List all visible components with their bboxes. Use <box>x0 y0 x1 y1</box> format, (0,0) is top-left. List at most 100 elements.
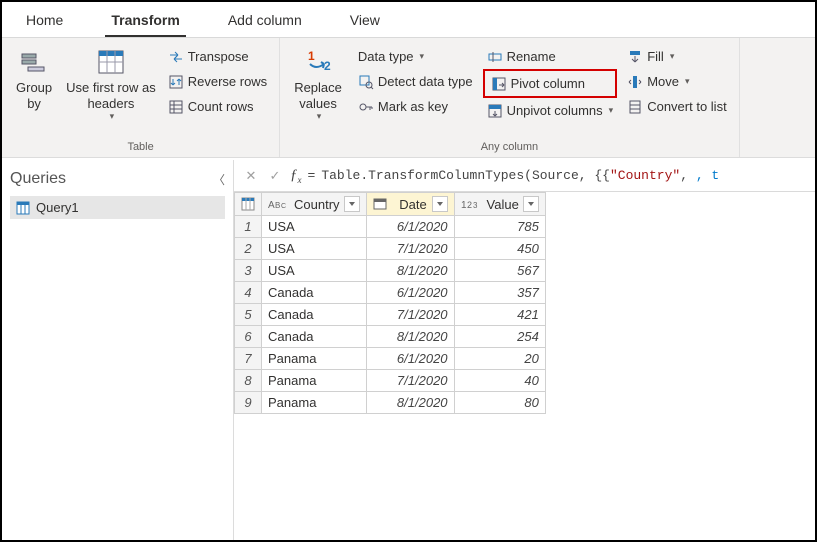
fill-icon <box>627 49 643 65</box>
cell-date[interactable]: 8/1/2020 <box>366 326 454 348</box>
tab-view[interactable]: View <box>326 2 404 37</box>
pivot-column-button[interactable]: Pivot column <box>487 71 614 96</box>
count-rows-icon <box>168 99 184 115</box>
replace-values-button[interactable]: 12 Replace values ▾ <box>288 44 348 124</box>
formula-apply-button[interactable]: ✓ <box>266 167 284 185</box>
tab-transform[interactable]: Transform <box>87 2 203 37</box>
cell-country[interactable]: Canada <box>262 282 367 304</box>
cell-country[interactable]: Panama <box>262 348 367 370</box>
query-item-label: Query1 <box>36 200 79 215</box>
fx-icon: ƒx <box>290 167 302 185</box>
cell-value[interactable]: 40 <box>454 370 545 392</box>
move-label: Move <box>647 74 679 89</box>
queries-title: Queries <box>10 170 66 188</box>
ribbon-group-table-label: Table <box>10 139 271 155</box>
pivot-label: Pivot column <box>511 76 585 91</box>
detect-data-type-button[interactable]: Detect data type <box>354 69 477 94</box>
table-row[interactable]: 4Canada6/1/2020357 <box>235 282 546 304</box>
table-row[interactable]: 8Panama7/1/202040 <box>235 370 546 392</box>
cell-date[interactable]: 8/1/2020 <box>366 392 454 414</box>
number-type-icon: 123 <box>461 197 483 211</box>
column-header-label: Country <box>294 197 340 212</box>
table-row[interactable]: 6Canada8/1/2020254 <box>235 326 546 348</box>
rename-button[interactable]: Rename <box>483 44 618 69</box>
first-row-headers-button[interactable]: Use first row as headers ▾ <box>60 44 162 124</box>
cell-value[interactable]: 450 <box>454 238 545 260</box>
convert-to-list-button[interactable]: Convert to list <box>623 94 730 119</box>
cell-country[interactable]: Canada <box>262 304 367 326</box>
unpivot-icon <box>487 103 503 119</box>
cell-value[interactable]: 567 <box>454 260 545 282</box>
column-header-country[interactable]: ABC Country <box>262 193 367 216</box>
cell-country[interactable]: Panama <box>262 392 367 414</box>
grid-icon <box>241 197 255 211</box>
cell-date[interactable]: 7/1/2020 <box>366 304 454 326</box>
cell-country[interactable]: USA <box>262 260 367 282</box>
chevron-down-icon: ▾ <box>685 76 690 87</box>
svg-text:A: A <box>268 200 275 211</box>
table-row[interactable]: 5Canada7/1/2020421 <box>235 304 546 326</box>
ribbon-group-table: Group by Use first row as headers ▾ Tran… <box>2 38 280 157</box>
cell-value[interactable]: 357 <box>454 282 545 304</box>
query-item[interactable]: Query1 <box>10 196 225 219</box>
fill-button[interactable]: Fill▾ <box>623 44 730 69</box>
group-by-label: Group by <box>16 80 52 111</box>
unpivot-columns-button[interactable]: Unpivot columns▾ <box>483 98 618 123</box>
cell-value[interactable]: 80 <box>454 392 545 414</box>
collapse-queries-button[interactable]: 〈 <box>213 171 225 188</box>
column-filter-button[interactable] <box>432 196 448 212</box>
cell-date[interactable]: 6/1/2020 <box>366 216 454 238</box>
table-row[interactable]: 7Panama6/1/202020 <box>235 348 546 370</box>
svg-text:C: C <box>281 203 286 210</box>
svg-text:1: 1 <box>308 49 315 63</box>
detect-label: Detect data type <box>378 74 473 89</box>
group-by-button[interactable]: Group by <box>10 44 58 113</box>
table-row[interactable]: 2USA7/1/2020450 <box>235 238 546 260</box>
cell-value[interactable]: 254 <box>454 326 545 348</box>
cell-date[interactable]: 6/1/2020 <box>366 282 454 304</box>
table-row[interactable]: 1USA6/1/2020785 <box>235 216 546 238</box>
tab-add-column[interactable]: Add column <box>204 2 326 37</box>
cell-date[interactable]: 7/1/2020 <box>366 370 454 392</box>
row-number: 7 <box>235 348 262 370</box>
column-header-date[interactable]: Date <box>366 193 454 216</box>
data-type-button[interactable]: Data type▾ <box>354 44 477 69</box>
mark-as-key-button[interactable]: Mark as key <box>354 94 477 119</box>
count-rows-button[interactable]: Count rows <box>164 94 271 119</box>
cell-date[interactable]: 6/1/2020 <box>366 348 454 370</box>
chevron-down-icon: ▾ <box>420 51 425 62</box>
column-filter-button[interactable] <box>344 196 360 212</box>
cell-date[interactable]: 8/1/2020 <box>366 260 454 282</box>
formula-cancel-button[interactable]: ✕ <box>242 167 260 185</box>
cell-date[interactable]: 7/1/2020 <box>366 238 454 260</box>
cell-country[interactable]: USA <box>262 238 367 260</box>
grid-corner[interactable] <box>235 193 262 216</box>
convert-list-icon <box>627 99 643 115</box>
cell-value[interactable]: 20 <box>454 348 545 370</box>
move-button[interactable]: Move ▾ <box>623 69 730 94</box>
group-by-icon <box>18 46 50 78</box>
column-filter-button[interactable] <box>523 196 539 212</box>
row-number: 2 <box>235 238 262 260</box>
column-header-value[interactable]: 123 Value <box>454 193 545 216</box>
row-number: 6 <box>235 326 262 348</box>
cell-country[interactable]: Panama <box>262 370 367 392</box>
cell-value[interactable]: 785 <box>454 216 545 238</box>
reverse-rows-icon <box>168 74 184 90</box>
ribbon-group-any-column: 12 Replace values ▾ Data type▾ Detect da… <box>280 38 740 157</box>
formula-text[interactable]: =Table.TransformColumnTypes(Source, {{"C… <box>308 168 808 183</box>
unpivot-label: Unpivot columns <box>507 103 603 118</box>
transpose-label: Transpose <box>188 49 249 64</box>
transpose-button[interactable]: Transpose <box>164 44 271 69</box>
cell-country[interactable]: USA <box>262 216 367 238</box>
transpose-icon <box>168 49 184 65</box>
tab-home[interactable]: Home <box>2 2 87 37</box>
table-row[interactable]: 3USA8/1/2020567 <box>235 260 546 282</box>
reverse-rows-button[interactable]: Reverse rows <box>164 69 271 94</box>
cell-value[interactable]: 421 <box>454 304 545 326</box>
ribbon-group-any-column-label: Any column <box>288 139 731 155</box>
formula-bar: ✕ ✓ ƒx =Table.TransformColumnTypes(Sourc… <box>234 160 815 192</box>
table-row[interactable]: 9Panama8/1/202080 <box>235 392 546 414</box>
cell-country[interactable]: Canada <box>262 326 367 348</box>
text-type-icon: ABC <box>268 197 290 211</box>
